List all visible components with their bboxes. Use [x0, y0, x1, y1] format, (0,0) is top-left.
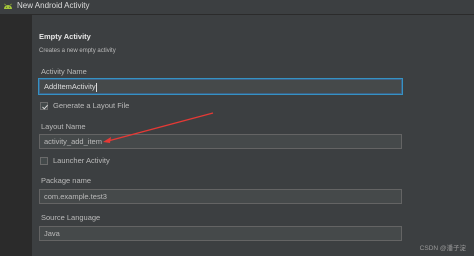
- page-title: Empty Activity: [39, 32, 91, 41]
- launcher-activity-checkbox[interactable]: [40, 157, 48, 165]
- checkmark-icon: [42, 104, 48, 110]
- activity-name-input[interactable]: AddItemActivity: [39, 79, 402, 94]
- package-name-input[interactable]: com.example.test3: [39, 189, 402, 204]
- layout-name-input[interactable]: activity_add_item: [39, 134, 402, 149]
- generate-layout-checkbox[interactable]: [40, 102, 48, 110]
- window-title: New Android Activity: [17, 1, 90, 10]
- generate-layout-label: Generate a Layout File: [53, 101, 130, 110]
- package-name-value: com.example.test3: [44, 192, 107, 201]
- activity-name-value: AddItemActivity: [44, 82, 96, 91]
- title-bar: New Android Activity: [0, 0, 474, 15]
- text-caret: [95, 82, 97, 92]
- page-subtitle: Creates a new empty activity: [39, 48, 116, 54]
- left-panel: [0, 15, 32, 256]
- layout-name-label: Layout Name: [41, 122, 86, 131]
- package-name-label: Package name: [41, 176, 92, 185]
- launcher-activity-label: Launcher Activity: [53, 156, 110, 165]
- android-icon: [4, 3, 12, 9]
- layout-name-value: activity_add_item: [44, 137, 102, 146]
- source-language-label: Source Language: [41, 213, 101, 222]
- activity-name-label: Activity Name: [41, 67, 87, 76]
- watermark: CSDN @潘子淀: [419, 245, 466, 252]
- source-language-value: Java: [44, 229, 60, 238]
- source-language-select[interactable]: Java: [39, 226, 402, 241]
